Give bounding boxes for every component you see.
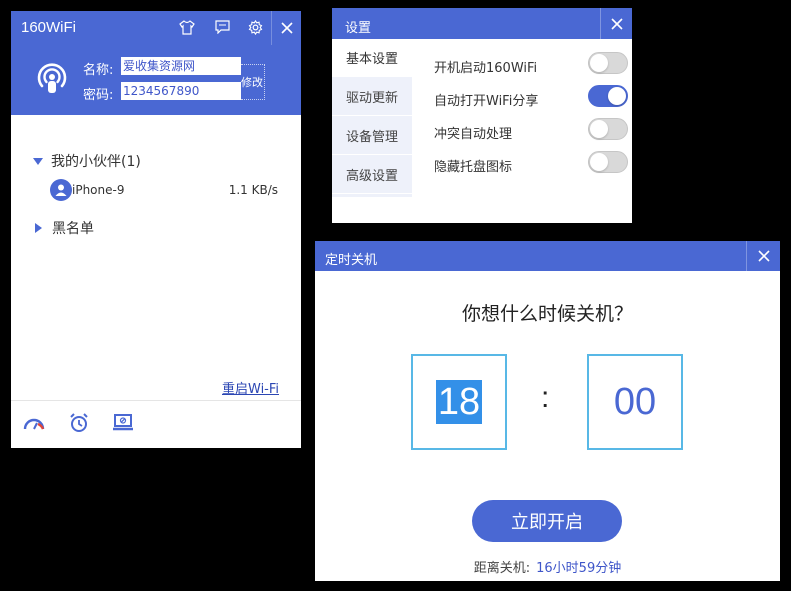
settings-window: 设置 基本设置 驱动更新 设备管理 高级设置 开机启动160WiFi 自动打开W… (332, 8, 632, 223)
start-now-button[interactable]: 立即开启 (472, 500, 622, 542)
feedback-chat-icon[interactable] (213, 18, 231, 36)
hotspot-icon (35, 61, 69, 95)
minute-value: 00 (613, 380, 657, 423)
name-label: 名称: (83, 63, 114, 78)
wifi-password-field[interactable]: 1234567890 (121, 82, 241, 100)
laptop-icon[interactable] (111, 413, 135, 433)
remaining-label: 距离关机: (473, 561, 531, 576)
restart-wifi-link[interactable]: 重启Wi-Fi (222, 378, 279, 397)
toggle-knob (590, 120, 608, 138)
shutdown-question: 你想什么时候关机？ (461, 303, 633, 325)
toggle-knob (608, 87, 626, 105)
option-autostart-label: 开机启动160WiFi (434, 61, 538, 76)
wifi-name-field[interactable]: 爱收集资源网 (121, 57, 241, 75)
password-label: 密码: (83, 88, 114, 103)
speedometer-icon[interactable] (22, 413, 46, 433)
option-conflict-handling-label: 冲突自动处理 (434, 127, 513, 142)
partner-group-header[interactable]: 我的小伙伴(1) (33, 151, 141, 171)
user-avatar-icon (50, 179, 72, 201)
option-auto-share-label: 自动打开WiFi分享 (434, 94, 539, 109)
tab-basic-settings[interactable]: 基本设置 (332, 39, 412, 77)
blacklist-label: 黑名单 (52, 221, 94, 237)
tab-driver-update[interactable]: 驱动更新 (332, 78, 412, 116)
option-conflict-handling-toggle[interactable] (588, 118, 628, 140)
toggle-knob (590, 153, 608, 171)
settings-close-button[interactable] (600, 8, 632, 39)
hour-input[interactable]: 18 (411, 354, 507, 450)
tab-advanced-settings[interactable]: 高级设置 (332, 156, 412, 194)
device-name: iPhone-9 (72, 183, 125, 197)
option-hide-tray-toggle[interactable] (588, 151, 628, 173)
footer-divider (11, 400, 301, 401)
remaining-value: 16小时59分钟 (536, 561, 622, 576)
timer-header: 定时关机 (315, 241, 780, 271)
main-close-button[interactable] (271, 11, 301, 45)
edit-credentials-button[interactable]: 修改 (241, 64, 265, 100)
time-remaining: 距离关机: 16小时59分钟 (315, 557, 780, 576)
minute-input[interactable]: 00 (587, 354, 683, 450)
alarm-clock-icon[interactable] (67, 413, 91, 433)
main-header: 160WiFi 名称: 爱收集资源网 密码: 1234567890 修改 (11, 11, 301, 115)
blacklist-group-header[interactable]: 黑名单 (35, 218, 94, 238)
skin-tshirt-icon[interactable] (178, 18, 196, 36)
settings-gear-icon[interactable] (246, 18, 264, 36)
option-autostart-toggle[interactable] (588, 52, 628, 74)
device-list-item[interactable]: iPhone-9 1.1 KB/s (50, 179, 282, 201)
close-icon (610, 17, 623, 30)
partner-group-label: 我的小伙伴(1) (51, 154, 141, 170)
main-window: 160WiFi 名称: 爱收集资源网 密码: 1234567890 修改 我的小… (11, 11, 301, 448)
time-separator: : (541, 381, 550, 414)
device-speed: 1.1 KB/s (228, 183, 278, 197)
timer-close-button[interactable] (746, 241, 780, 271)
settings-title: 设置 (345, 21, 372, 36)
close-icon (757, 250, 770, 262)
settings-header: 设置 (332, 8, 632, 39)
timer-title: 定时关机 (325, 253, 378, 268)
shutdown-timer-window: 定时关机 你想什么时候关机？ 18 : 00 立即开启 距离关机: 16小时59分… (315, 241, 780, 581)
hour-value: 18 (435, 380, 483, 424)
option-hide-tray-label: 隐藏托盘图标 (434, 160, 513, 175)
close-icon (280, 22, 293, 34)
tab-device-management[interactable]: 设备管理 (332, 117, 412, 155)
collapsed-arrow-icon (35, 223, 42, 233)
toggle-knob (590, 54, 608, 72)
option-auto-share-toggle[interactable] (588, 85, 628, 107)
settings-sidebar: 基本设置 驱动更新 设备管理 高级设置 (332, 39, 412, 197)
app-title: 160WiFi (21, 19, 77, 36)
expand-arrow-icon (33, 157, 43, 165)
